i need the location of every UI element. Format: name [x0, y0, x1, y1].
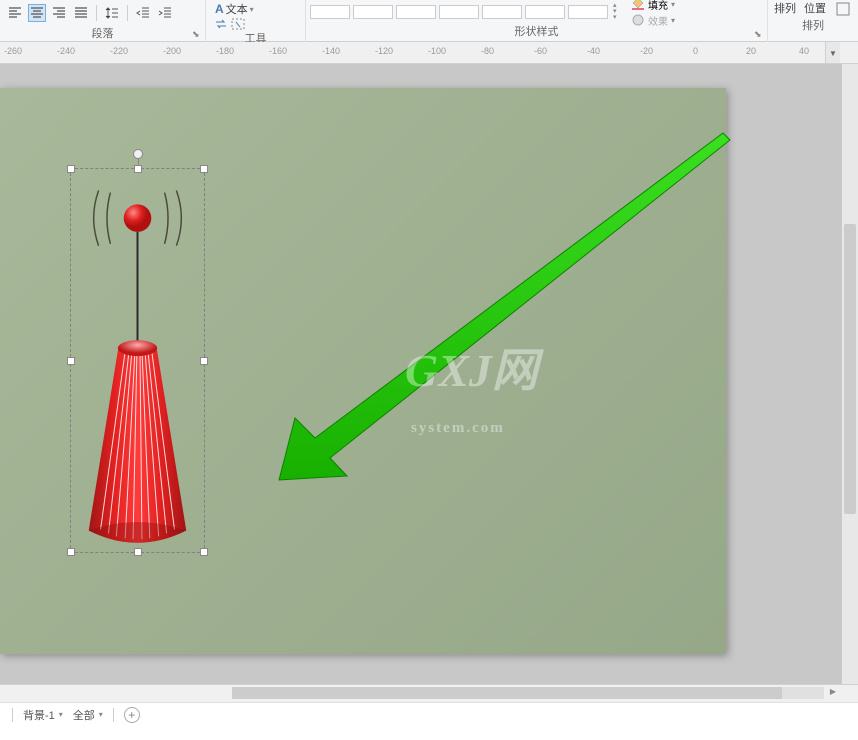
background-tab[interactable]: 背景-1 ▾	[23, 707, 63, 723]
ruler-tick: -140	[322, 46, 340, 56]
annotation-arrow	[275, 128, 735, 488]
shape-styles-group: ▴ ▾ ▾ 填充 ▾ 效果 ▾	[306, 0, 768, 42]
slide-canvas[interactable]: GXJ网 system.com	[0, 88, 726, 654]
ruler-tick: -120	[375, 46, 393, 56]
antenna-tower-svg	[71, 169, 204, 552]
scrollbar-thumb[interactable]	[232, 687, 782, 699]
background-tab-label: 背景-1	[23, 707, 55, 723]
shape-preset[interactable]	[353, 5, 393, 19]
fill-bucket-icon	[631, 0, 645, 11]
divider	[127, 5, 128, 21]
arrange-position-label: 位置	[804, 0, 826, 16]
indent-decrease-icon[interactable]	[134, 4, 152, 22]
ruler-tick: -60	[534, 46, 547, 56]
arrange-group: 排列 位置 排列	[768, 0, 858, 42]
chevron-down-icon: ▾	[671, 0, 675, 9]
paragraph-launcher-icon[interactable]: ⬊	[192, 29, 202, 39]
shape-preset[interactable]	[396, 5, 436, 19]
ruler-tick: 40	[799, 46, 809, 56]
select-icon[interactable]	[231, 18, 245, 30]
add-page-button[interactable]: +	[124, 707, 140, 723]
plus-icon: +	[128, 708, 135, 722]
ribbon-toolbar: 段落 ⬊ A 文本 ▾ 工具	[0, 0, 858, 42]
arrange-position-button[interactable]: 位置	[804, 0, 826, 16]
ruler-tick: -200	[163, 46, 181, 56]
all-pages-label: 全部	[73, 707, 95, 723]
ruler-tick: 20	[746, 46, 756, 56]
tools-group: A 文本 ▾ 工具	[206, 0, 306, 42]
ruler-tick: 0	[693, 46, 698, 56]
shape-preset[interactable]	[482, 5, 522, 19]
ruler-tick: -180	[216, 46, 234, 56]
indent-increase-icon[interactable]	[156, 4, 174, 22]
chevron-down-icon: ▾	[99, 710, 103, 719]
shape-preset[interactable]	[568, 5, 608, 19]
ruler-tick: -100	[428, 46, 446, 56]
scroll-right-icon[interactable]: ▶	[826, 687, 840, 699]
chevron-down-icon: ▾	[250, 5, 254, 14]
convert-icon[interactable]	[215, 19, 227, 29]
shape-style-gallery[interactable]: ▴ ▾ ▾	[306, 2, 627, 22]
ruler-tick: -220	[110, 46, 128, 56]
watermark: GXJ网 system.com	[405, 348, 538, 440]
line-spacing-icon[interactable]	[103, 4, 121, 22]
shape-preset[interactable]	[439, 5, 479, 19]
watermark-sub: system.com	[411, 420, 505, 436]
text-tool-button[interactable]: A 文本 ▾	[212, 0, 257, 18]
vertical-scrollbar[interactable]	[842, 64, 858, 684]
shape-preset[interactable]	[525, 5, 565, 19]
text-a-icon: A	[215, 2, 224, 16]
chevron-down-icon: ▾	[59, 710, 63, 719]
arrange-pailei-label: 排列	[774, 0, 796, 16]
arrange-group-label: 排列	[768, 18, 858, 34]
ruler-scroll-icon[interactable]: ▼	[825, 42, 840, 64]
gallery-more-icon[interactable]: ▾	[613, 15, 623, 21]
shape-styles-launcher-icon[interactable]: ⬊	[754, 29, 764, 39]
shape-styles-group-label: 形状样式	[306, 24, 767, 40]
arrange-edit-button[interactable]	[834, 0, 852, 18]
ruler-tick: -160	[269, 46, 287, 56]
text-tool-label: 文本	[226, 1, 248, 17]
ruler-tick: -260	[4, 46, 22, 56]
separator	[113, 708, 114, 722]
rotation-handle[interactable]	[133, 149, 143, 159]
all-pages-button[interactable]: 全部 ▾	[73, 707, 103, 723]
watermark-main: GXJ网	[405, 345, 538, 396]
paragraph-group-label: 段落	[0, 26, 205, 42]
canvas-workspace[interactable]: GXJ网 system.com	[0, 64, 858, 684]
fill-button[interactable]: 填充 ▾	[631, 0, 675, 12]
arrange-pailei-button[interactable]: 排列	[774, 0, 796, 16]
paragraph-group: 段落 ⬊	[0, 0, 206, 42]
fill-label: 填充	[648, 0, 668, 12]
justify-icon[interactable]	[72, 4, 90, 22]
horizontal-scrollbar[interactable]	[232, 687, 824, 699]
selected-shape-antenna[interactable]	[70, 168, 205, 553]
ruler-tick: -80	[481, 46, 494, 56]
align-right-icon[interactable]	[50, 4, 68, 22]
scrollbar-thumb[interactable]	[844, 224, 856, 514]
edit-icon	[834, 0, 852, 18]
align-center-icon[interactable]	[28, 4, 46, 22]
ruler-tick: -240	[57, 46, 75, 56]
align-left-icon[interactable]	[6, 4, 24, 22]
horizontal-ruler: ▼ -260-240-220-200-180-160-140-120-100-8…	[0, 42, 858, 64]
separator	[12, 708, 13, 722]
horizontal-scrollbar-row: ▶	[0, 684, 858, 702]
shape-preset[interactable]	[310, 5, 350, 19]
ruler-tick: -40	[587, 46, 600, 56]
sheet-tabs-row: 背景-1 ▾ 全部 ▾ +	[0, 702, 858, 726]
divider	[96, 5, 97, 21]
ruler-tick: -20	[640, 46, 653, 56]
